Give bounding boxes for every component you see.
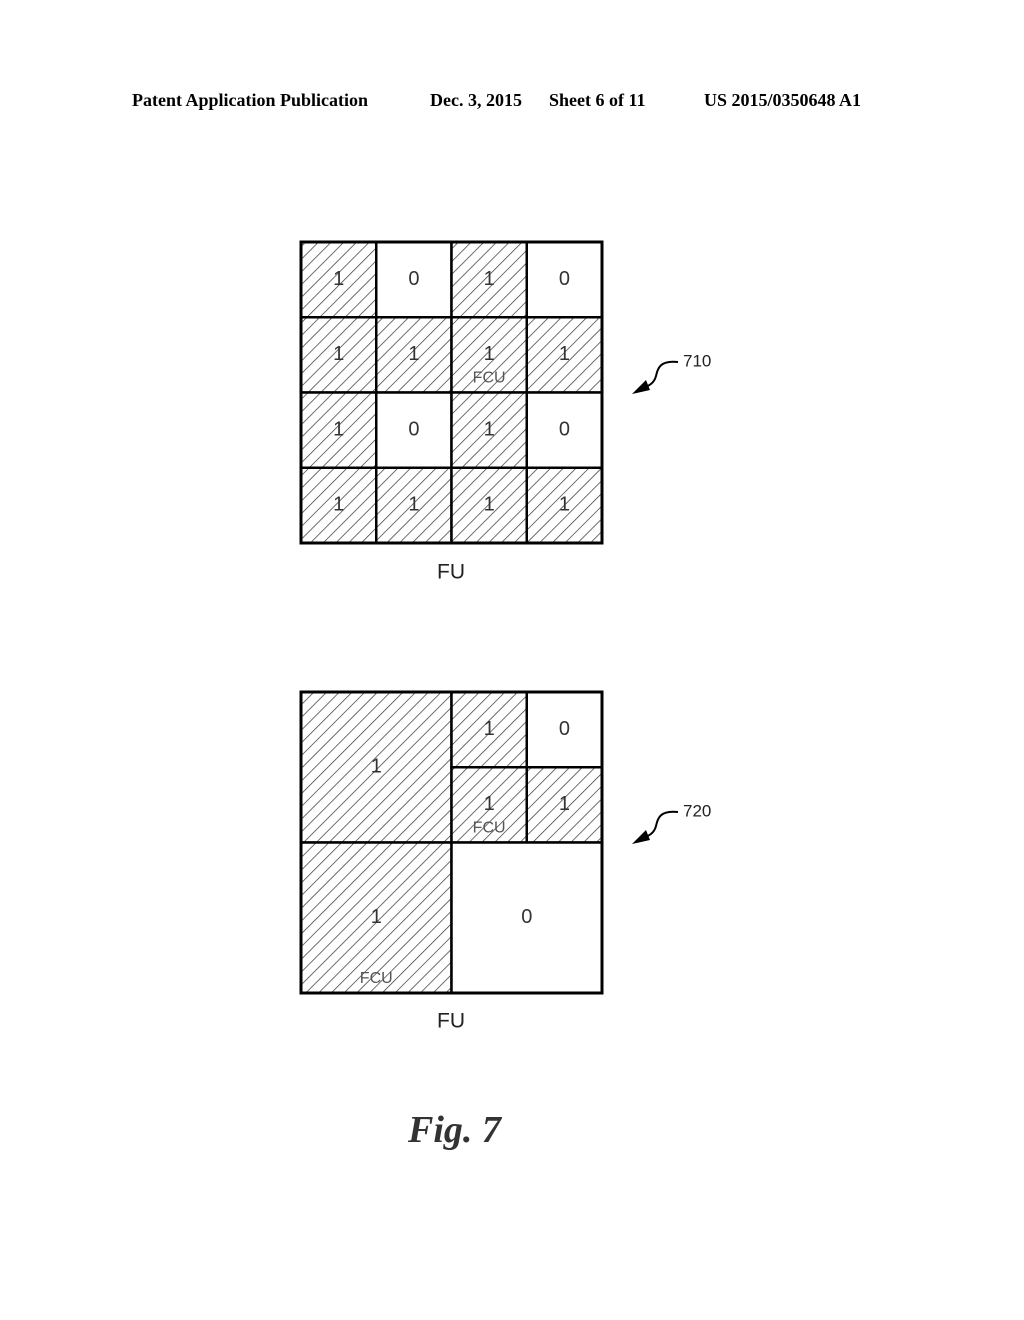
block-value: 0 xyxy=(521,906,532,928)
block-value: 1 xyxy=(484,268,495,290)
arrowhead-icon xyxy=(632,380,650,394)
block-value: 1 xyxy=(484,343,495,365)
figure-caption: Fig. 7 xyxy=(408,1109,501,1151)
block-value: 1 xyxy=(333,343,344,365)
block-value: 1 xyxy=(371,906,382,928)
block-value: 1 xyxy=(333,418,344,440)
block-value: 1 xyxy=(408,343,419,365)
block-value: 1 xyxy=(484,793,495,815)
block-value: 1 xyxy=(484,418,495,440)
block-value: 1 xyxy=(559,494,570,516)
block-value: 1 xyxy=(333,494,344,516)
block-value: 0 xyxy=(559,268,570,290)
block-value: 0 xyxy=(408,268,419,290)
block-value: 0 xyxy=(408,418,419,440)
grid-720: 1 1 0 1 FCU 1 1 FCU 0 xyxy=(299,690,604,995)
fcu-label: FCU xyxy=(473,370,506,387)
block-value: 1 xyxy=(559,793,570,815)
reference-arrow-720 xyxy=(632,810,679,844)
fu-label-710: FU xyxy=(437,561,465,584)
block-value: 1 xyxy=(559,343,570,365)
arrowhead-icon xyxy=(632,830,650,844)
block-value: 1 xyxy=(408,494,419,516)
reference-number-720: 720 xyxy=(683,801,711,820)
block-value: 0 xyxy=(559,418,570,440)
block-value: 1 xyxy=(371,756,382,778)
block-value: 0 xyxy=(559,718,570,740)
fcu-label: FCU xyxy=(473,820,506,837)
fu-label-720: FU xyxy=(437,1010,465,1033)
figure-drawing: 1 0 1 01 1 1FCU11 0 1 01 1 1 1 11 01FCU11FCU0 FU FU … xyxy=(299,240,711,1033)
reference-number-710: 710 xyxy=(683,351,711,370)
reference-arrow-710 xyxy=(632,360,679,394)
block-value: 1 xyxy=(484,494,495,516)
block-value: 1 xyxy=(484,718,495,740)
grid-710: 1 0 1 0 1 1 1 FCU 1 1 0 1 0 1 1 1 1 xyxy=(299,240,604,545)
fcu-label: FCU xyxy=(360,970,393,987)
block-value: 1 xyxy=(333,268,344,290)
